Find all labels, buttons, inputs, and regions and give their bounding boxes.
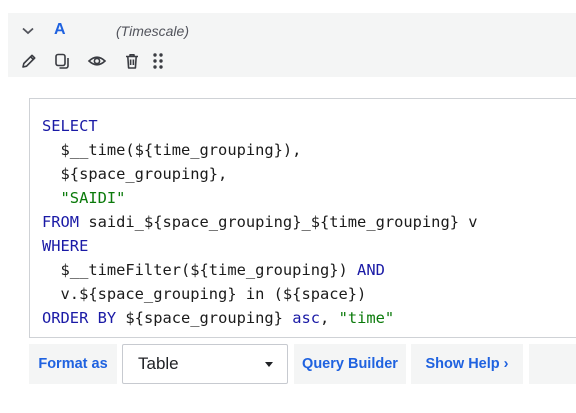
show-help-button[interactable]: Show Help › [411, 344, 523, 384]
caret-down-icon [265, 362, 273, 367]
sql-text: $__time(${time_grouping}), [42, 141, 302, 159]
sql-text: , [320, 309, 339, 327]
code-line: "SAIDI" [42, 186, 478, 210]
query-builder-button[interactable]: Query Builder [294, 344, 406, 384]
eye-icon[interactable] [87, 51, 107, 71]
code-line: $__time(${time_grouping}), [42, 138, 478, 162]
code-line: $__timeFilter(${time_grouping}) AND [42, 258, 478, 282]
format-as-value: Table [138, 354, 179, 373]
sql-text: $__timeFilter(${time_grouping}) [42, 261, 358, 279]
sql-code-editor[interactable]: SELECT $__time(${time_grouping}), ${spac… [29, 98, 576, 338]
toolbar-spacer [529, 344, 576, 384]
sql-keyword: WHERE [42, 237, 89, 255]
format-as-select[interactable]: Table [122, 344, 288, 384]
sql-string: "time" [338, 309, 395, 327]
sql-text: ${space_grouping}, [42, 165, 228, 183]
query-editor-toolbar: Format as Table Query Builder Show Help … [29, 344, 576, 384]
sql-keyword: ORDER BY [42, 309, 117, 327]
sql-text: ${space_grouping} [116, 309, 293, 327]
code-line: FROM saidi_${space_grouping}_${time_grou… [42, 210, 478, 234]
code-line: ${space_grouping}, [42, 162, 478, 186]
query-ref-id[interactable]: A [54, 21, 66, 39]
datasource-name: (Timescale) [116, 23, 189, 39]
query-row-header: A (Timescale) [8, 13, 576, 77]
sql-query-text[interactable]: SELECT $__time(${time_grouping}), ${spac… [42, 114, 478, 330]
sql-keyword: FROM [42, 213, 80, 231]
query-actions [8, 49, 576, 75]
code-line: SELECT [42, 114, 478, 138]
sql-keyword: asc [292, 309, 321, 327]
sql-text: saidi_${space_grouping}_${time_grouping}… [79, 213, 478, 231]
sql-keyword: AND [357, 261, 385, 279]
pencil-icon[interactable] [19, 51, 39, 71]
drag-handle-icon[interactable] [148, 51, 168, 71]
code-line: v.${space_grouping} in (${space}) [42, 282, 478, 306]
sql-text: v.${space_grouping} in (${space}) [42, 285, 367, 303]
sql-keyword: SELECT [42, 117, 98, 135]
code-line: ORDER BY ${space_grouping} asc, "time" [42, 306, 478, 330]
trash-icon[interactable] [122, 51, 142, 71]
chevron-down-icon[interactable] [20, 23, 36, 39]
query-title-row: A (Timescale) [8, 13, 576, 49]
duplicate-icon[interactable] [52, 51, 72, 71]
format-as-label: Format as [29, 344, 117, 384]
code-line: WHERE [42, 234, 478, 258]
sql-string: "SAIDI" [42, 189, 126, 207]
